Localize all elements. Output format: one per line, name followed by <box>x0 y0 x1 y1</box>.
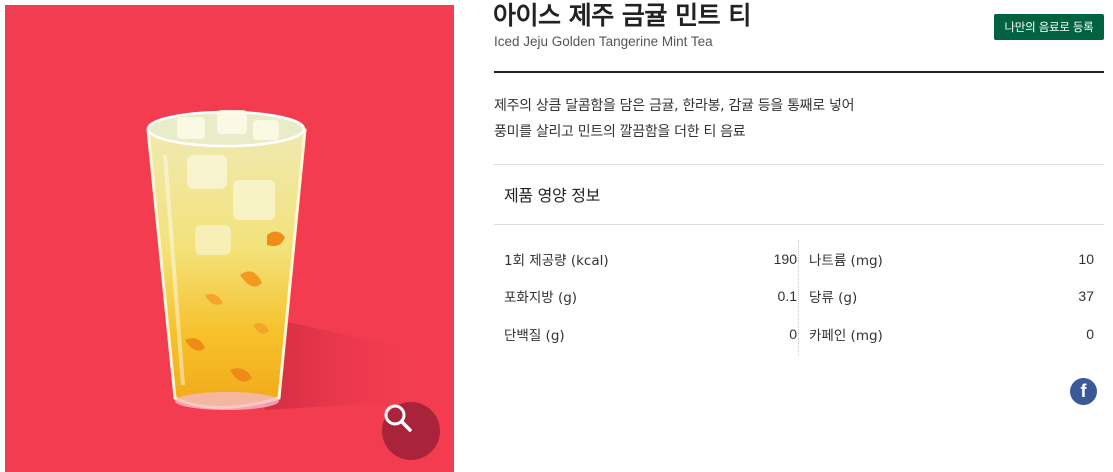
add-to-my-menu-button[interactable]: 나만의 음료로 등록 <box>994 14 1104 40</box>
nutrition-column-divider <box>798 240 799 356</box>
nutrition-label: 나트륨 (mg) <box>809 252 883 269</box>
nutrition-row-protein: 단백질 (g) 0 <box>504 315 797 353</box>
nutrition-label: 1회 제공량 (kcal) <box>504 252 609 269</box>
nutrition-row-kcal: 1회 제공량 (kcal) 190 <box>504 240 797 278</box>
nutrition-table-left: 1회 제공량 (kcal) 190 포화지방 (g) 0.1 단백질 (g) 0 <box>504 240 797 353</box>
nutrition-value: 0.1 <box>777 288 797 305</box>
nutrition-label: 포화지방 (g) <box>504 290 578 307</box>
nutrition-row-sugar: 당류 (g) 37 <box>809 278 1094 316</box>
nutrition-row-caffeine: 카페인 (mg) 0 <box>809 315 1094 353</box>
section-divider <box>494 224 1104 225</box>
title-divider <box>494 71 1104 73</box>
nutrition-value: 0 <box>1086 325 1094 342</box>
nutrition-value: 10 <box>1078 250 1094 267</box>
zoom-image-button[interactable] <box>382 402 440 460</box>
nutrition-row-sodium: 나트륨 (mg) 10 <box>809 240 1094 278</box>
description-line: 제주의 상큼 달콤함을 담은 금귤, 한라봉, 감귤 등을 통째로 넣어 <box>494 98 855 114</box>
nutrition-value: 37 <box>1078 288 1094 305</box>
product-title: 아이스 제주 금귤 민트 티 <box>493 1 751 30</box>
nutrition-value: 190 <box>773 250 797 267</box>
facebook-icon: f <box>1080 381 1087 401</box>
section-divider <box>494 164 1104 165</box>
magnifier-icon <box>384 404 412 432</box>
nutrition-heading: 제품 영양 정보 <box>504 186 601 205</box>
nutrition-row-saturated-fat: 포화지방 (g) 0.1 <box>504 278 797 316</box>
nutrition-label: 카페인 (mg) <box>809 327 883 344</box>
product-description: 제주의 상큼 달콤함을 담은 금귤, 한라봉, 감귤 등을 통째로 넣어 풍미를… <box>494 93 1104 145</box>
nutrition-table-right: 나트륨 (mg) 10 당류 (g) 37 카페인 (mg) 0 <box>809 240 1094 353</box>
facebook-share-button[interactable]: f <box>1070 378 1097 405</box>
nutrition-value: 0 <box>789 325 797 342</box>
product-english-name: Iced Jeju Golden Tangerine Mint Tea <box>494 34 713 49</box>
nutrition-label: 단백질 (g) <box>504 327 565 344</box>
product-image <box>5 5 454 472</box>
description-line: 풍미를 살리고 민트의 깔끔함을 더한 티 음료 <box>494 124 746 140</box>
nutrition-label: 당류 (g) <box>809 290 858 307</box>
